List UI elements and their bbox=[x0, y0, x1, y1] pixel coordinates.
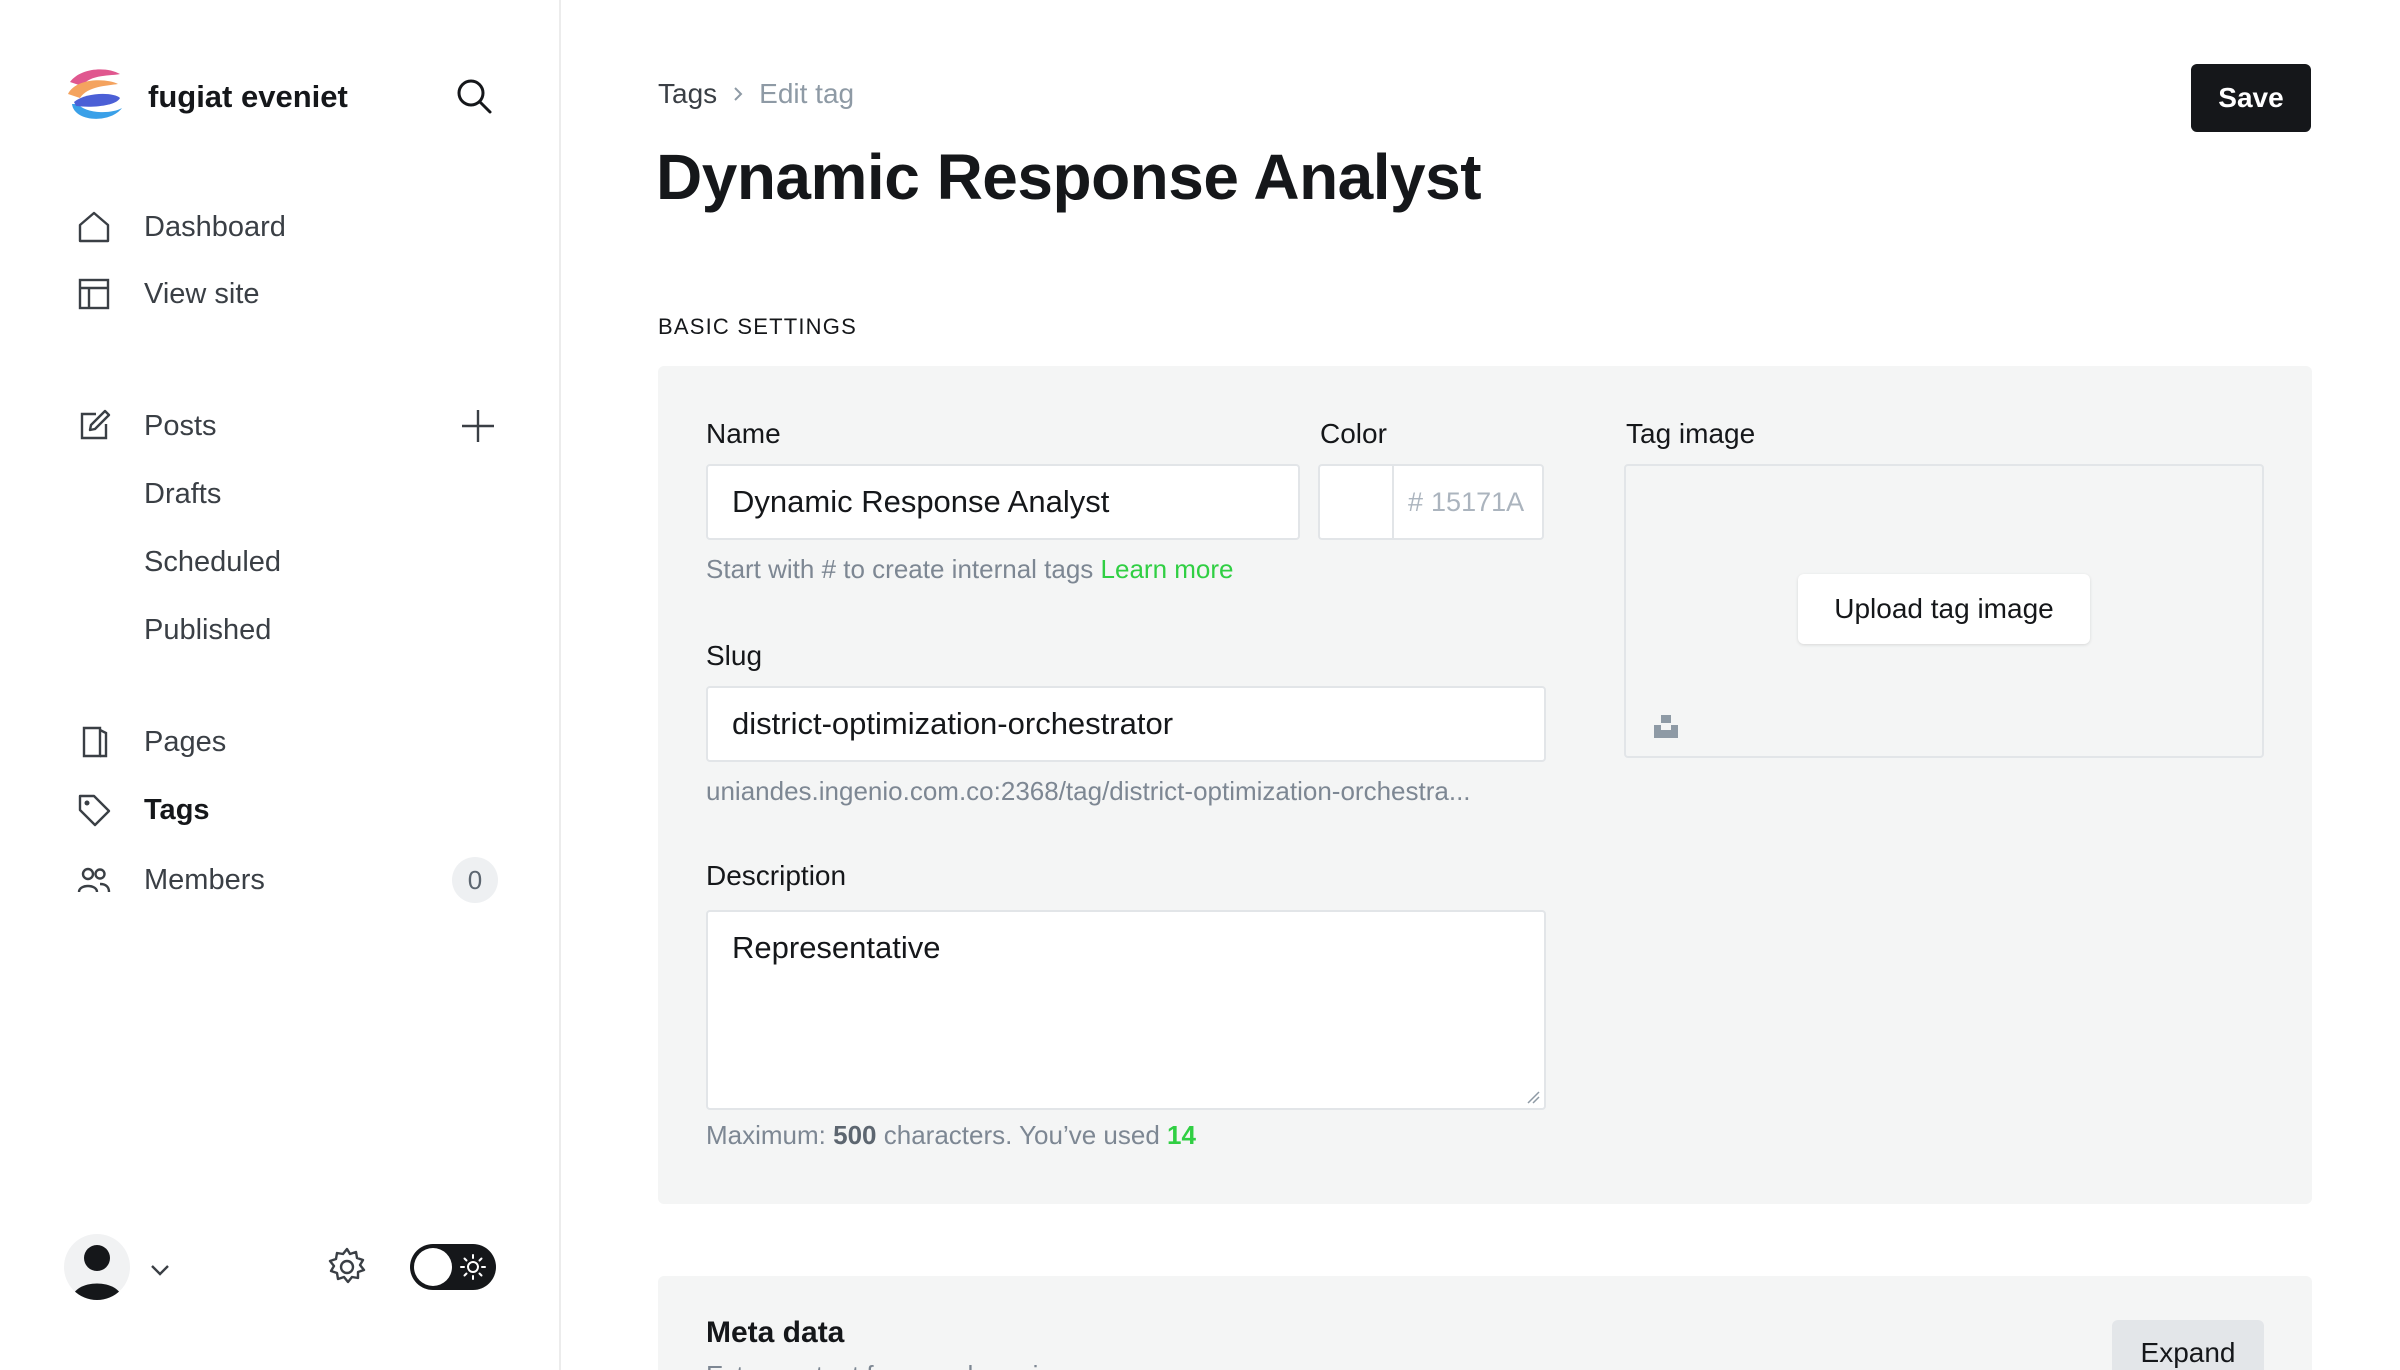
site-logo-icon bbox=[68, 69, 122, 119]
description-used-count: 14 bbox=[1167, 1120, 1196, 1150]
color-hex-input[interactable]: # 15171A bbox=[1392, 464, 1544, 540]
save-button[interactable]: Save bbox=[2191, 64, 2311, 132]
sidebar-item-label: Posts bbox=[144, 409, 217, 442]
upload-tag-image-button[interactable]: Upload tag image bbox=[1798, 574, 2090, 644]
breadcrumb-tags-link[interactable]: Tags bbox=[658, 78, 717, 110]
brand[interactable]: fugiat eveniet bbox=[62, 64, 348, 130]
color-label: Color bbox=[1320, 418, 1387, 449]
home-icon bbox=[74, 207, 114, 247]
description-help: Maximum: 500 characters. You’ve used 14 bbox=[706, 1120, 1196, 1151]
sidebar: fugiat eveniet Dashboard View site Posts… bbox=[0, 0, 561, 1370]
tag-image-label: Tag image bbox=[1626, 418, 1756, 449]
color-hash: # bbox=[1408, 486, 1424, 517]
site-name: fugiat eveniet bbox=[148, 79, 348, 114]
basic-settings-heading: Basic settings bbox=[658, 314, 857, 339]
description-help-middle: characters. You’ve used bbox=[876, 1120, 1168, 1150]
resize-grip-icon[interactable] bbox=[1526, 1090, 1540, 1104]
user-avatar-icon bbox=[72, 1245, 122, 1300]
name-help-text: Start with # to create internal tags bbox=[706, 554, 1094, 584]
members-icon bbox=[74, 860, 114, 900]
sidebar-item-label: View site bbox=[144, 277, 260, 310]
tag-icon bbox=[74, 790, 114, 830]
name-label: Name bbox=[706, 418, 781, 449]
color-placeholder: 15171A bbox=[1431, 486, 1525, 517]
sidebar-item-dashboard[interactable]: Dashboard bbox=[74, 203, 286, 251]
toggle-knob bbox=[414, 1248, 452, 1286]
new-post-button[interactable] bbox=[456, 404, 500, 448]
slug-label: Slug bbox=[706, 640, 763, 671]
slug-input[interactable]: district-optimization-orchestrator bbox=[706, 686, 1546, 762]
sidebar-item-members[interactable]: Members bbox=[74, 856, 265, 904]
description-textarea[interactable]: Representative bbox=[706, 910, 1546, 1110]
name-help: Start with # to create internal tags Lea… bbox=[706, 554, 1234, 585]
sun-icon bbox=[460, 1254, 486, 1280]
gear-icon bbox=[328, 1247, 366, 1284]
description-label: Description bbox=[706, 860, 847, 891]
settings-button[interactable] bbox=[324, 1244, 370, 1290]
meta-data-title: Meta data bbox=[706, 1316, 845, 1349]
sidebar-subitem-drafts[interactable]: Drafts bbox=[144, 472, 221, 516]
sidebar-item-view-site[interactable]: View site bbox=[74, 270, 260, 318]
breadcrumb-current: Edit tag bbox=[759, 78, 855, 109]
sidebar-item-label: Tags bbox=[144, 793, 210, 826]
plus-icon bbox=[462, 410, 494, 442]
color-swatch[interactable] bbox=[1318, 464, 1394, 540]
breadcrumb: Tags Edit tag bbox=[658, 78, 854, 110]
search-button[interactable] bbox=[452, 74, 496, 118]
name-input[interactable]: Dynamic Response Analyst bbox=[706, 464, 1300, 540]
dark-mode-toggle[interactable] bbox=[410, 1244, 496, 1290]
sidebar-item-label: Members bbox=[144, 863, 265, 896]
sidebar-item-label: Pages bbox=[144, 725, 227, 758]
members-count-badge: 0 bbox=[452, 857, 498, 903]
sidebar-item-tags[interactable]: Tags bbox=[74, 786, 210, 834]
meta-data-expand-button[interactable]: Expand bbox=[2112, 1320, 2264, 1370]
slug-url-preview: uniandes.ingenio.com.co:2368/tag/distric… bbox=[706, 776, 1471, 806]
sidebar-item-label: Dashboard bbox=[144, 210, 286, 243]
layout-icon bbox=[74, 274, 114, 314]
page-icon bbox=[74, 722, 114, 762]
meta-data-panel bbox=[658, 1276, 2312, 1370]
sidebar-item-posts[interactable]: Posts bbox=[74, 402, 217, 450]
sidebar-subitem-published[interactable]: Published bbox=[144, 608, 271, 652]
avatar[interactable] bbox=[64, 1234, 130, 1300]
description-max: 500 bbox=[833, 1120, 877, 1150]
search-icon bbox=[457, 79, 492, 114]
page-title: Dynamic Response Analyst bbox=[656, 141, 1482, 213]
chevron-right-icon bbox=[734, 87, 743, 101]
chevron-down-icon[interactable] bbox=[146, 1256, 174, 1284]
unsplash-icon[interactable] bbox=[1652, 712, 1680, 740]
edit-icon bbox=[74, 406, 114, 446]
description-value: Representative bbox=[732, 930, 941, 965]
sidebar-item-pages[interactable]: Pages bbox=[74, 718, 226, 766]
learn-more-link[interactable]: Learn more bbox=[1101, 554, 1234, 584]
sidebar-subitem-scheduled[interactable]: Scheduled bbox=[144, 540, 281, 584]
meta-data-subtitle: Extra content for search engines bbox=[706, 1360, 1080, 1370]
description-help-prefix: Maximum: bbox=[706, 1120, 834, 1150]
